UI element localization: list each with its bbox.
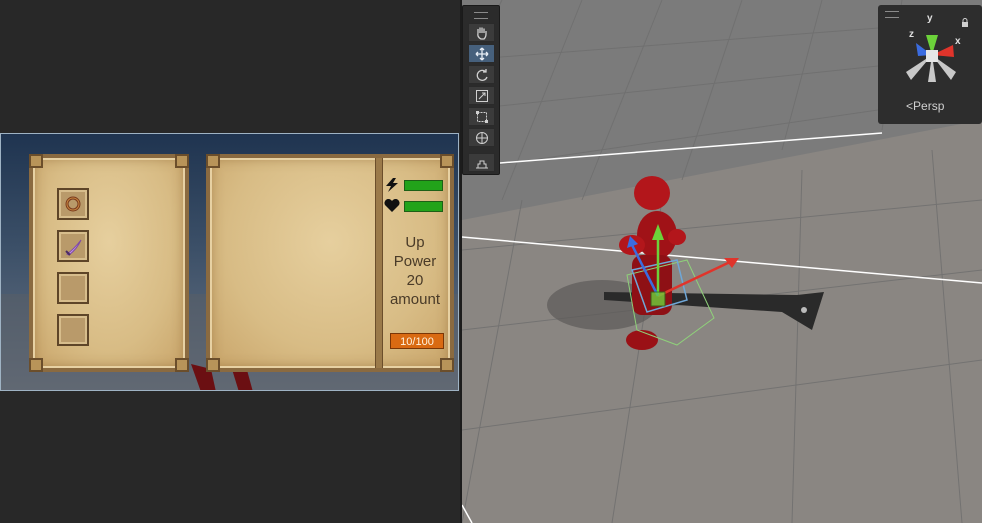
ring-icon [65,196,81,212]
progress-badge: 10/100 [390,333,444,349]
move-tool-button[interactable] [468,44,495,63]
game-frame: Up Power 20 amount 10/100 [0,133,459,391]
axis-label-z[interactable]: z [909,29,914,40]
lightning-icon [386,178,398,192]
hand-tool-button[interactable] [468,23,495,42]
corner-ornament [29,154,43,168]
persp-icon: < [906,99,914,113]
corner-ornament [175,154,189,168]
corner-ornament [440,358,454,372]
health-bar [404,201,443,212]
item-detail-panel: Up Power 20 amount 10/100 [206,154,454,372]
description-line: Up [405,234,425,251]
inventory-slot-empty[interactable] [57,272,89,304]
corner-ornament [175,358,189,372]
tool-panel-grip[interactable] [474,12,488,19]
curved-sword-icon [65,239,82,256]
custom-tool-button[interactable] [468,153,495,172]
projection-toggle[interactable]: <Persp [906,99,944,113]
axis-label-y[interactable]: y [927,13,933,24]
scene-view[interactable]: y x z <Persp [462,0,982,523]
corner-ornament [29,358,43,372]
inventory-slot-sword[interactable] [57,230,89,262]
item-description: Up Power 20 amount [382,233,448,309]
inventory-slot-ring[interactable] [57,188,89,220]
orientation-gizmo[interactable]: y x z <Persp [878,5,982,124]
description-line: Power [393,253,437,270]
game-view: Up Power 20 amount 10/100 [0,0,460,523]
corner-ornament [206,358,220,372]
corner-ornament [206,154,220,168]
rotate-icon [476,69,488,81]
rect-tool-button[interactable] [468,107,495,126]
scale-tool-button[interactable] [468,86,495,105]
scale-icon [476,90,488,102]
description-line: amount [389,291,441,308]
corner-ornament [440,154,454,168]
power-bar [404,180,443,191]
description-line: 20 [406,272,424,289]
hand-icon [477,27,487,40]
transform-tool-button[interactable] [468,128,495,147]
heart-icon [384,199,400,212]
rotate-tool-button[interactable] [468,65,495,84]
transform-icon [476,132,488,144]
inventory-panel [29,154,189,372]
projection-label: Persp [913,99,945,113]
tool-panel [462,5,500,175]
axis-label-x[interactable]: x [955,36,961,47]
rect-icon [476,111,488,123]
move-arrows-icon [475,47,489,61]
custom-tool-icon [476,160,488,169]
inventory-slot-empty[interactable] [57,314,89,346]
